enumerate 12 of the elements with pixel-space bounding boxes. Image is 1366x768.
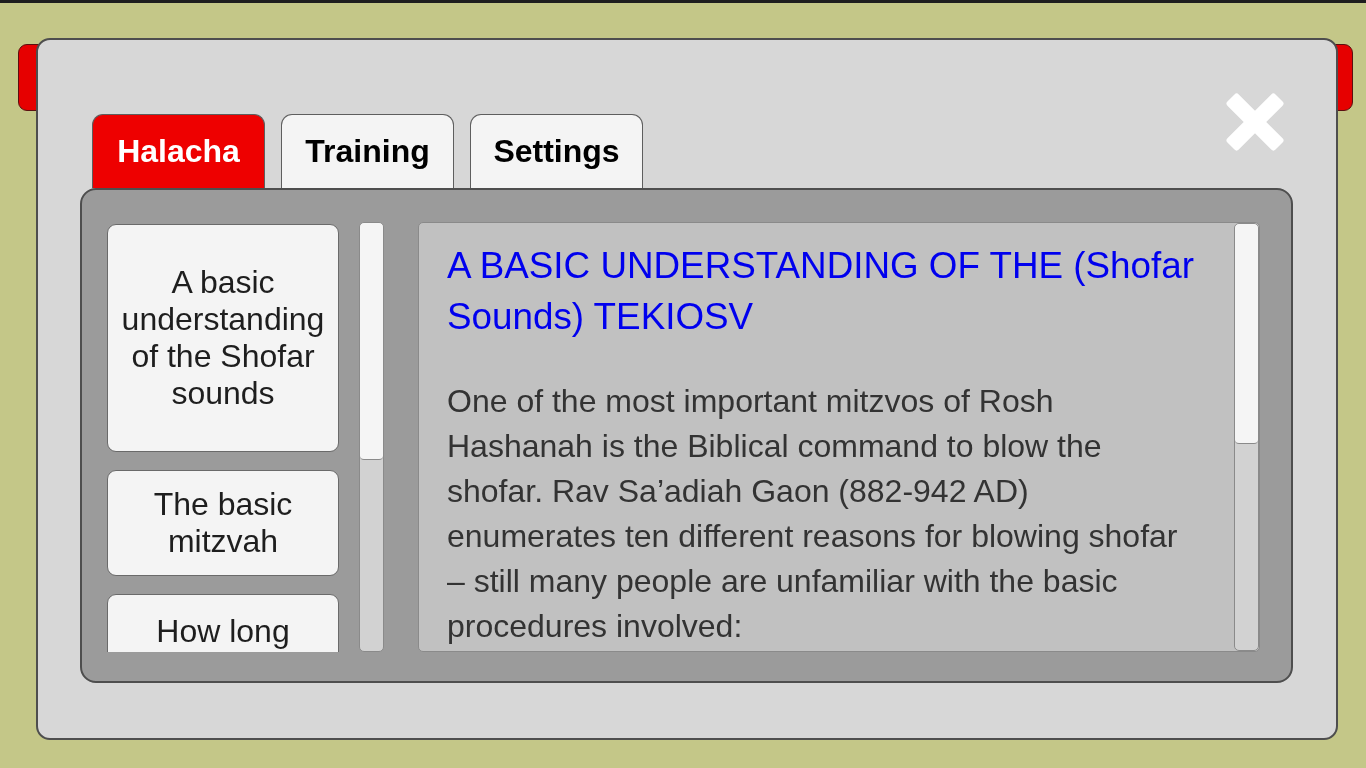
article-heading: A BASIC UNDERSTANDING OF THE (Shofar Sounds) TEKIOSV	[447, 244, 1195, 339]
scrollbar-thumb[interactable]	[360, 223, 383, 460]
scrollbar-thumb[interactable]	[1235, 224, 1258, 444]
list-item[interactable]: How long	[107, 594, 339, 652]
article-text: One of the most important mitzvos of Rosh Hashanah is the Biblical command to blow the shofar. Rav Sa’adiah Gaon (882-942 AD) enumerates ten different reasons for blowing shofar – still many people are unfamiliar with the basic procedures involved:	[447, 382, 1179, 646]
scrollbar-track[interactable]	[359, 222, 384, 652]
scrollbar-track[interactable]	[1234, 223, 1259, 651]
list-item[interactable]: A basic understanding of the Shofar sounds	[107, 224, 339, 452]
list-item[interactable]: The basic mitzvah	[107, 470, 339, 576]
tab[interactable]: Settings	[470, 114, 643, 188]
tab[interactable]: Training	[281, 114, 454, 188]
tab[interactable]: Halacha	[92, 114, 265, 188]
